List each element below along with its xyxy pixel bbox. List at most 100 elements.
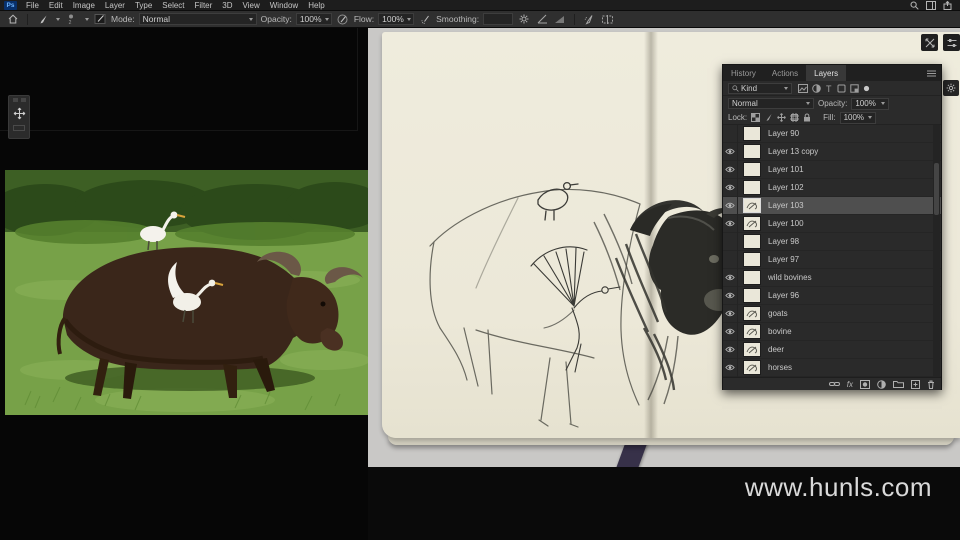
panel-menu-icon[interactable] (927, 65, 941, 81)
brush-preset-caret[interactable] (56, 17, 60, 21)
airbrush-icon[interactable] (418, 13, 432, 26)
layer-row-wild-bovines[interactable]: wild bovines (723, 268, 941, 287)
layer-thumbnail[interactable] (744, 181, 760, 194)
delete-icon[interactable] (927, 380, 935, 389)
layer-mask-icon[interactable] (860, 379, 870, 389)
fx-icon[interactable]: fx (847, 380, 853, 389)
layer-row-layer-96[interactable]: Layer 96 (723, 286, 941, 305)
layer-row-bovine[interactable]: bovine (723, 322, 941, 341)
brush-picker-caret[interactable] (85, 17, 89, 21)
filter-type-icon[interactable]: T (825, 84, 833, 93)
visibility-eye-icon[interactable] (723, 340, 738, 359)
visibility-eye-icon[interactable] (723, 286, 738, 305)
visibility-eye-icon[interactable] (723, 214, 738, 233)
tab-history[interactable]: History (723, 65, 764, 81)
filter-shape-icon[interactable] (837, 84, 846, 93)
layer-thumbnail[interactable] (744, 325, 760, 338)
visibility-toggle-empty[interactable] (723, 125, 738, 143)
menu-item-view[interactable]: View (238, 0, 265, 11)
lock-transparency-icon[interactable] (751, 113, 761, 122)
layer-thumbnail[interactable] (744, 289, 760, 302)
menu-item-3d[interactable]: 3D (217, 0, 237, 11)
visibility-toggle-empty[interactable] (723, 232, 738, 251)
layer-row-goats[interactable]: goats (723, 304, 941, 323)
pressure-opacity-icon[interactable] (336, 13, 350, 26)
lock-all-icon[interactable] (803, 113, 811, 122)
layer-row-layer-97[interactable]: Layer 97 (723, 250, 941, 269)
layer-thumbnail[interactable] (744, 145, 760, 158)
layer-thumbnail[interactable] (744, 361, 760, 374)
menu-item-image[interactable]: Image (68, 0, 100, 11)
new-layer-icon[interactable] (911, 379, 920, 389)
fill-select[interactable]: 100% (839, 111, 876, 124)
visibility-eye-icon[interactable] (723, 304, 738, 323)
brush-tool-icon[interactable] (35, 13, 49, 26)
gear-icon[interactable] (943, 80, 959, 96)
airbrush-toggle-icon[interactable] (582, 13, 596, 26)
lock-pixels-icon[interactable] (764, 113, 773, 122)
layer-thumbnail[interactable] (744, 253, 760, 266)
scrollbar-thumb[interactable] (934, 163, 939, 215)
filter-smart-object-icon[interactable] (850, 83, 859, 93)
menu-item-file[interactable]: File (21, 0, 44, 11)
floating-tool-palette[interactable] (8, 95, 30, 139)
tab-actions[interactable]: Actions (764, 65, 806, 81)
layer-row-layer-102[interactable]: Layer 102 (723, 178, 941, 197)
smoothing-gear-icon[interactable] (517, 13, 531, 26)
properties-dock-icon[interactable] (943, 34, 960, 51)
filter-toggle-icon[interactable] (863, 85, 870, 92)
visibility-eye-icon[interactable] (723, 178, 738, 197)
adjustment-icon[interactable] (877, 379, 886, 389)
layer-row-layer-101[interactable]: Layer 101 (723, 160, 941, 179)
layer-thumbnail[interactable] (744, 307, 760, 320)
lock-position-icon[interactable] (777, 113, 786, 122)
brush-settings-panel-icon[interactable] (93, 13, 107, 26)
tab-layers[interactable]: Layers (806, 65, 847, 81)
share-icon[interactable] (943, 0, 952, 10)
brush-size-preview-icon[interactable]: 2 (64, 13, 78, 26)
menu-item-edit[interactable]: Edit (44, 0, 68, 11)
menu-item-layer[interactable]: Layer (100, 0, 130, 11)
layer-thumbnail[interactable] (744, 217, 760, 230)
menu-item-type[interactable]: Type (130, 0, 157, 11)
brush-angle-icon[interactable] (535, 13, 549, 26)
search-icon[interactable] (910, 1, 919, 10)
menu-item-select[interactable]: Select (157, 0, 189, 11)
menu-item-filter[interactable]: Filter (190, 0, 218, 11)
symmetry-icon[interactable] (600, 13, 614, 26)
flow-select[interactable]: 100% (378, 13, 415, 25)
link-icon[interactable] (828, 380, 840, 388)
layer-opacity-select[interactable]: 100% (851, 97, 890, 110)
layer-thumbnail[interactable] (744, 199, 760, 212)
menu-item-help[interactable]: Help (303, 0, 329, 11)
filter-pixel-icon[interactable] (798, 83, 808, 93)
layer-thumbnail[interactable] (744, 343, 760, 356)
layer-row-layer-90[interactable]: Layer 90 (723, 125, 941, 143)
visibility-eye-icon[interactable] (723, 142, 738, 161)
pressure-size-icon[interactable] (553, 13, 567, 26)
visibility-eye-icon[interactable] (723, 160, 738, 179)
arrange-dock-icon[interactable] (921, 34, 938, 51)
layer-row-layer-13-copy[interactable]: Layer 13 copy (723, 142, 941, 161)
visibility-eye-icon[interactable] (723, 268, 738, 287)
move-tool-icon[interactable] (9, 107, 29, 120)
group-icon[interactable] (893, 380, 904, 388)
layer-row-layer-103[interactable]: Layer 103 (723, 196, 941, 215)
layer-row-horses[interactable]: horses (723, 358, 941, 377)
workspace-icon[interactable] (926, 0, 936, 10)
layer-thumbnail[interactable] (744, 235, 760, 248)
home-icon[interactable] (6, 13, 20, 26)
layer-row-deer[interactable]: deer (723, 340, 941, 359)
smoothing-input[interactable] (483, 13, 514, 25)
visibility-eye-icon[interactable] (723, 322, 738, 341)
visibility-eye-icon[interactable] (723, 358, 738, 377)
lock-artboard-icon[interactable] (790, 113, 800, 122)
visibility-eye-icon[interactable] (723, 196, 738, 215)
filter-adjustment-icon[interactable] (812, 83, 821, 93)
layer-thumbnail[interactable] (744, 163, 760, 176)
menu-item-window[interactable]: Window (265, 0, 303, 11)
opacity-select[interactable]: 100% (295, 13, 332, 25)
layer-row-layer-100[interactable]: Layer 100 (723, 214, 941, 233)
layer-thumbnail[interactable] (744, 271, 760, 284)
layer-thumbnail[interactable] (744, 127, 760, 140)
